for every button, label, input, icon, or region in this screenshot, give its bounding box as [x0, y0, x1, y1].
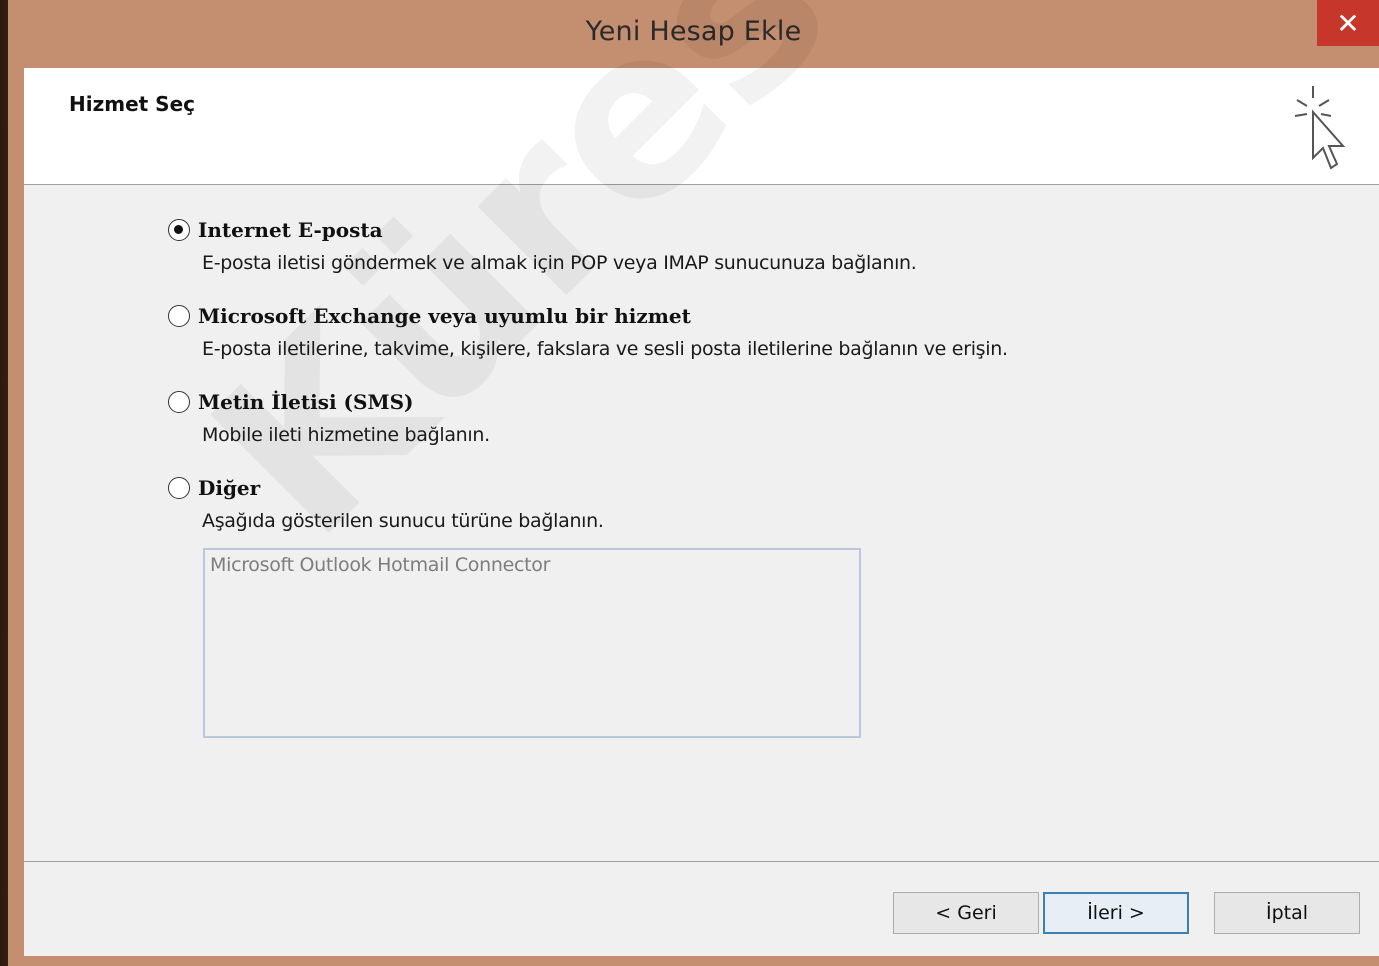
- option-description: E-posta iletisi göndermek ve almak için …: [202, 252, 917, 274]
- close-icon: ✕: [1336, 6, 1360, 40]
- option-internet-email: Internet E-posta E-posta iletisi gönderm…: [168, 218, 917, 274]
- footer-divider: [24, 861, 1379, 862]
- option-label[interactable]: Internet E-posta: [198, 218, 383, 242]
- option-exchange: Microsoft Exchange veya uyumlu bir hizme…: [168, 304, 1008, 360]
- option-label[interactable]: Diğer: [198, 476, 260, 500]
- option-sms: Metin İletisi (SMS) Mobile ileti hizmeti…: [168, 390, 490, 446]
- title-bar[interactable]: Yeni Hesap Ekle ✕: [8, 0, 1379, 68]
- window-title: Yeni Hesap Ekle: [585, 16, 802, 47]
- option-description: E-posta iletilerine, takvime, kişilere, …: [202, 338, 1008, 360]
- option-description: Aşağıda gösterilen sunucu türüne bağlanı…: [202, 510, 604, 532]
- option-label[interactable]: Metin İletisi (SMS): [198, 390, 414, 414]
- radio-other[interactable]: [168, 477, 190, 499]
- page-header: Hizmet Seç: [24, 68, 1379, 185]
- server-type-list[interactable]: Microsoft Outlook Hotmail Connector: [203, 548, 861, 738]
- close-button[interactable]: ✕: [1317, 0, 1379, 46]
- radio-internet-email[interactable]: [168, 219, 190, 241]
- cursor-sparkle-icon: [1294, 86, 1346, 170]
- list-item[interactable]: Microsoft Outlook Hotmail Connector: [205, 550, 859, 580]
- dialog-window: Yeni Hesap Ekle ✕ Hizmet Seç KüreselNet: [8, 0, 1379, 966]
- radio-exchange[interactable]: [168, 305, 190, 327]
- option-label[interactable]: Microsoft Exchange veya uyumlu bir hizme…: [198, 304, 691, 328]
- option-other: Diğer Aşağıda gösterilen sunucu türüne b…: [168, 476, 604, 532]
- radio-sms[interactable]: [168, 391, 190, 413]
- dialog-body: Hizmet Seç KüreselNet Internet E-posta: [24, 0, 1379, 956]
- page-title: Hizmet Seç: [69, 92, 195, 116]
- option-description: Mobile ileti hizmetine bağlanın.: [202, 424, 490, 446]
- back-button[interactable]: < Geri: [893, 892, 1039, 934]
- next-button[interactable]: İleri >: [1043, 892, 1189, 934]
- cancel-button[interactable]: İptal: [1214, 892, 1360, 934]
